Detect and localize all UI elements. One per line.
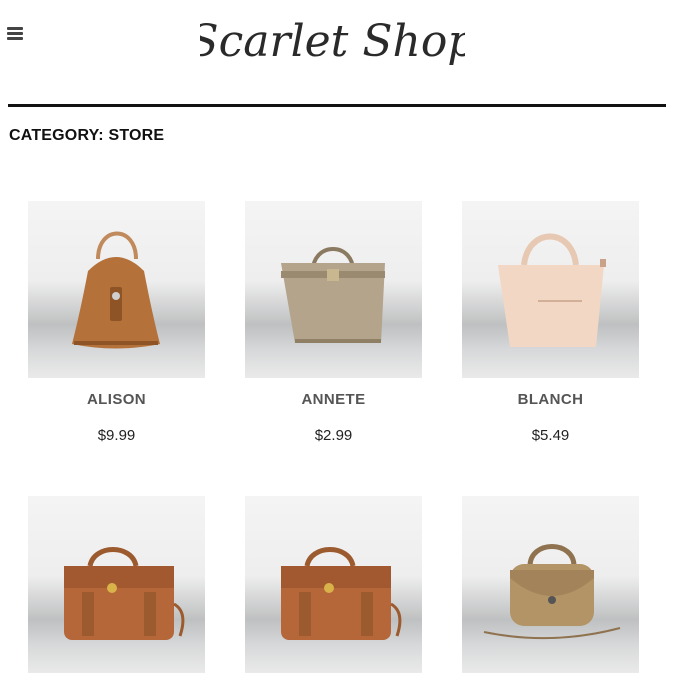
product-name[interactable]: ANNETE [245,391,422,408]
product-image[interactable] [245,496,422,673]
product-price: $5.49 [531,427,570,444]
hamburger-menu-icon[interactable] [7,27,23,41]
svg-text:Scarlet Shop: Scarlet Shop [200,16,465,67]
product-card[interactable]: ALISON $9.99 [28,201,205,444]
product-card[interactable] [462,496,639,673]
product-image[interactable] [462,496,639,673]
site-logo[interactable]: Scarlet Shop [200,4,465,74]
product-image[interactable] [245,201,422,378]
product-price: $2.99 [314,427,353,444]
product-image[interactable] [28,496,205,673]
product-image[interactable] [28,201,205,378]
product-image[interactable] [462,201,639,378]
product-card[interactable]: BLANCH $5.49 [462,201,639,444]
header-divider [8,104,666,107]
product-card[interactable] [245,496,422,673]
product-name[interactable]: BLANCH [462,391,639,408]
category-heading: CATEGORY: STORE [9,127,165,144]
product-card[interactable]: ANNETE $2.99 [245,201,422,444]
product-card[interactable] [28,496,205,673]
product-price: $9.99 [97,427,136,444]
product-name[interactable]: ALISON [28,391,205,408]
